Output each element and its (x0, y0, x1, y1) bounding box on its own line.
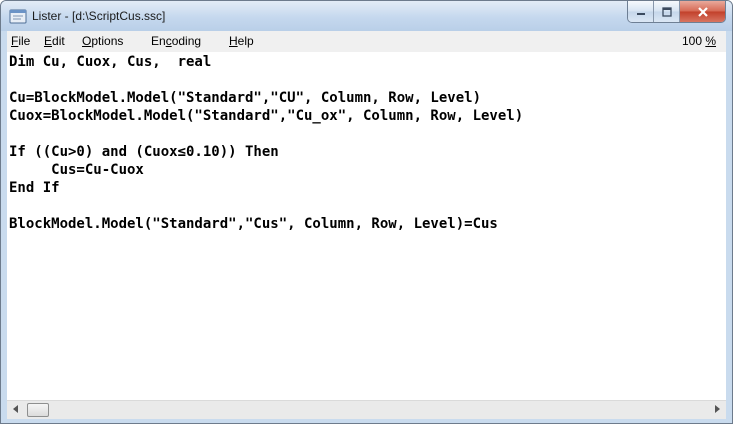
menu-help[interactable]: Help (229, 34, 254, 48)
menu-bar: File Edit Options Encoding Help 100 % (7, 31, 726, 53)
code-line: Dim Cu, Cuox, Cus, real (9, 54, 212, 70)
window-title: Lister - [d:\ScriptCus.ssc] (32, 9, 166, 23)
menu-encoding-prefix: En (151, 34, 166, 48)
code-line: BlockModel.Model("Standard","Cus", Colum… (9, 216, 498, 232)
menu-encoding[interactable]: Encoding (151, 34, 201, 48)
maximize-button[interactable] (654, 1, 680, 22)
code-line: Cuox=BlockModel.Model("Standard","Cu_ox"… (9, 108, 524, 124)
close-button[interactable] (680, 1, 725, 22)
code-editor[interactable]: Dim Cu, Cuox, Cus, real Cu=BlockModel.Mo… (7, 52, 726, 400)
menu-edit-label: dit (52, 34, 65, 48)
menu-encoding-label: oding (171, 34, 202, 48)
menu-options-label: ptions (91, 34, 124, 48)
menu-file[interactable]: File (11, 34, 30, 48)
scroll-right-arrow-icon[interactable] (715, 405, 720, 413)
menu-options-accel: O (82, 34, 92, 48)
scroll-left-arrow-icon[interactable] (13, 405, 18, 413)
menu-help-label: elp (237, 34, 254, 48)
code-line: Cus=Cu-Cuox (9, 162, 144, 178)
horizontal-scrollbar[interactable] (7, 400, 726, 420)
minimize-button[interactable] (628, 1, 654, 22)
window-bottom-border (1, 419, 732, 423)
menu-help-accel: H (229, 34, 238, 48)
code-line: Cu=BlockModel.Model("Standard","CU", Col… (9, 90, 482, 106)
menu-edit[interactable]: Edit (44, 34, 65, 48)
menu-file-label: ile (18, 34, 31, 48)
lister-window: Lister - [d:\ScriptCus.ssc] File Edit Op… (0, 0, 733, 424)
zoom-indicator: 100 % (682, 34, 716, 48)
menu-edit-accel: E (44, 34, 53, 48)
maximize-icon (661, 6, 672, 17)
close-icon (697, 6, 708, 17)
code-line: End If (9, 180, 60, 196)
menu-options[interactable]: Options (82, 34, 123, 48)
title-bar[interactable]: Lister - [d:\ScriptCus.ssc] (1, 1, 732, 31)
minimize-icon (636, 12, 645, 15)
zoom-unit[interactable]: % (705, 34, 716, 48)
document-window-icon (9, 9, 27, 24)
code-line: If ((Cu>0) and (Cuox≤0.10)) Then (9, 144, 279, 160)
caption-buttons (627, 1, 726, 23)
zoom-value: 100 (681, 34, 706, 48)
scrollbar-thumb[interactable] (27, 403, 49, 417)
